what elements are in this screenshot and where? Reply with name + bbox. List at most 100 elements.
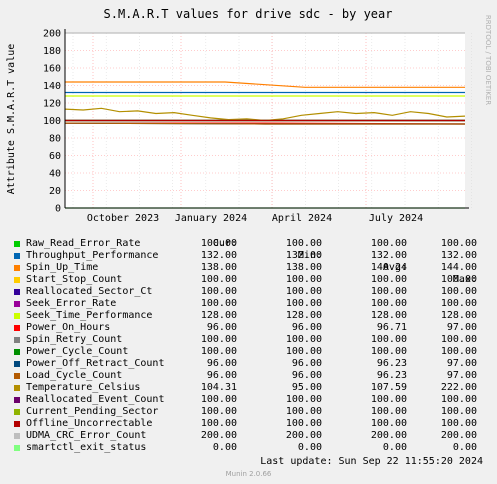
legend-row: Power_Off_Retract_Count 96.00 96.00 96.23 97…	[14, 358, 490, 370]
legend-value-min: 0.00	[297, 442, 322, 453]
legend-swatch	[14, 373, 20, 379]
legend-value-max: 144.00	[440, 262, 477, 273]
legend-swatch	[14, 337, 20, 343]
legend-row: Start_Stop_Count 100.00 100.00 100.00 100.00	[14, 274, 490, 286]
legend-row: Offline_Uncorrectable 100.00 100.00 100.00 1…	[14, 418, 490, 430]
legend-name: Seek_Error_Rate	[26, 298, 117, 309]
legend-value-avg: 100.00	[370, 406, 407, 417]
legend-value-max: 128.00	[440, 310, 477, 321]
legend-swatch	[14, 301, 20, 307]
legend-name: Spin_Up_Time	[26, 262, 99, 273]
legend-swatch	[14, 433, 20, 439]
legend-value-avg: 100.00	[370, 334, 407, 345]
legend-value-max: 100.00	[440, 238, 477, 249]
legend-value-cur: 100.00	[200, 394, 237, 405]
legend-value-cur: 132.00	[200, 250, 237, 261]
legend-value-cur: 128.00	[200, 310, 237, 321]
y-tick-label: 200	[43, 29, 61, 40]
legend-value-avg: 132.00	[370, 250, 407, 261]
legend-name: Spin_Retry_Count	[26, 334, 123, 345]
munin-version: Munin 2.0.66	[225, 470, 272, 478]
legend-value-max: 200.00	[440, 430, 477, 441]
legend-value-max: 97.00	[446, 370, 477, 381]
legend-value-cur: 0.00	[212, 442, 237, 453]
legend-value-avg: 200.00	[370, 430, 407, 441]
legend-row: Reallocated_Event_Count 100.00 100.00 100.0…	[14, 394, 490, 406]
y-tick-label: 100	[43, 116, 61, 127]
legend-swatch	[14, 253, 20, 259]
legend-value-max: 100.00	[440, 418, 477, 429]
x-tick-label: October 2023	[87, 213, 159, 224]
legend-value-cur: 100.00	[200, 274, 237, 285]
legend-value-min: 100.00	[285, 286, 322, 297]
legend-value-min: 138.00	[285, 262, 322, 273]
legend-name: Reallocated_Event_Count	[26, 394, 165, 405]
legend-name: Temperature_Celsius	[26, 382, 141, 393]
y-tick-labels: 0 20 40 60 80 100 120 140 160 180 200	[43, 29, 61, 215]
legend-value-min: 100.00	[285, 406, 322, 417]
legend-value-min: 95.00	[291, 382, 322, 393]
legend-row: Reallocated_Sector_Ct 100.00 100.00 100.00 1…	[14, 286, 490, 298]
legend-value-max: 100.00	[440, 274, 477, 285]
y-tick-label: 120	[43, 99, 61, 110]
legend-value-avg: 100.00	[370, 394, 407, 405]
legend-value-min: 100.00	[285, 334, 322, 345]
legend-value-max: 132.00	[440, 250, 477, 261]
x-tick-labels: October 2023 January 2024 April 2024 July 2…	[87, 213, 423, 224]
chart-title: S.M.A.R.T values for drive sdc - by year	[104, 7, 393, 21]
legend-value-min: 100.00	[285, 394, 322, 405]
legend-value-avg: 140.24	[370, 262, 407, 273]
y-tick-label: 80	[49, 134, 61, 145]
legend-value-cur: 100.00	[200, 238, 237, 249]
legend-value-max: 100.00	[440, 298, 477, 309]
legend-value-max: 97.00	[446, 322, 477, 333]
legend-value-cur: 100.00	[200, 406, 237, 417]
legend-value-cur: 100.00	[200, 286, 237, 297]
legend-value-cur: 104.31	[200, 382, 237, 393]
y-axis-label: Attribute S.M.A.R.T value	[6, 44, 17, 195]
y-tick-label: 20	[49, 186, 61, 197]
side-label: RRDTOOL / TOBI OETIKER	[484, 15, 492, 105]
legend-value-min: 200.00	[285, 430, 322, 441]
legend-value-max: 0.00	[452, 442, 477, 453]
legend-value-cur: 96.00	[206, 370, 237, 381]
legend-name: Power_On_Hours	[26, 322, 111, 333]
legend-value-avg: 100.00	[370, 418, 407, 429]
legend-swatch	[14, 385, 20, 391]
legend-row: Raw_Read_Error_Rate 100.00 100.00 100.00 100…	[14, 238, 490, 250]
legend-value-min: 96.00	[291, 358, 322, 369]
legend-name: Seek_Time_Performance	[26, 310, 153, 321]
legend-swatch	[14, 349, 20, 355]
legend-value-avg: 100.00	[370, 274, 407, 285]
y-tick-label: 180	[43, 46, 61, 57]
legend-value-avg: 100.00	[370, 238, 407, 249]
y-tick-label: 140	[43, 81, 61, 92]
legend-value-min: 100.00	[285, 346, 322, 357]
legend-value-avg: 96.23	[376, 358, 407, 369]
legend-swatch	[14, 241, 20, 247]
legend-value-min: 100.00	[285, 274, 322, 285]
legend-row: Throughput_Performance 132.00 132.00 132.00…	[14, 250, 490, 262]
legend-swatch	[14, 361, 20, 367]
legend-value-avg: 96.71	[376, 322, 407, 333]
legend-name: UDMA_CRC_Error_Count	[26, 430, 147, 441]
legend-value-min: 96.00	[291, 370, 322, 381]
legend-swatch	[14, 409, 20, 415]
legend-name: Raw_Read_Error_Rate	[26, 238, 141, 249]
legend-name: Load_Cycle_Count	[26, 370, 123, 381]
legend-name: Offline_Uncorrectable	[26, 418, 153, 429]
legend-value-cur: 100.00	[200, 298, 237, 309]
legend-value-avg: 100.00	[370, 298, 407, 309]
legend-value-cur: 96.00	[206, 322, 237, 333]
legend-value-max: 97.00	[446, 358, 477, 369]
legend-swatch	[14, 313, 20, 319]
legend: Cur: Min: Avg: Max: Raw_Read_Error_Rate 1…	[14, 226, 490, 454]
legend-rows: Raw_Read_Error_Rate 100.00 100.00 100.00 100…	[14, 238, 490, 454]
x-tick-label: January 2024	[175, 213, 247, 224]
legend-value-cur: 100.00	[200, 346, 237, 357]
legend-row: Seek_Time_Performance 128.00 128.00 128.00 1…	[14, 310, 490, 322]
legend-value-min: 100.00	[285, 418, 322, 429]
legend-value-cur: 200.00	[200, 430, 237, 441]
legend-value-avg: 107.59	[370, 382, 407, 393]
legend-name: Throughput_Performance	[26, 250, 159, 261]
